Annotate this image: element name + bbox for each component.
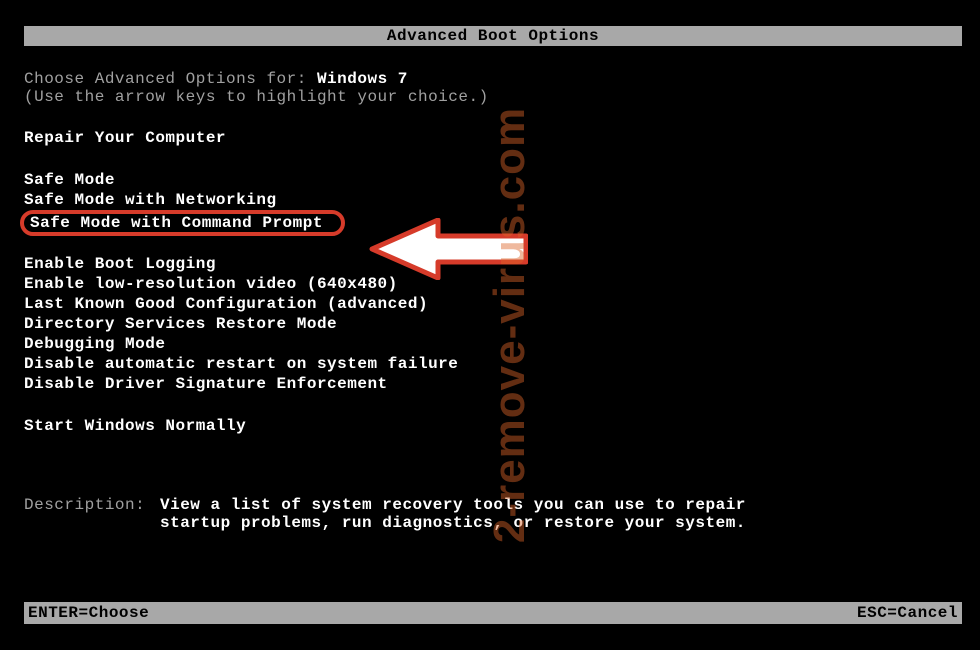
choose-prefix: Choose Advanced Options for: [24,70,317,88]
hint-line: (Use the arrow keys to highlight your ch… [24,88,962,106]
menu-low-resolution[interactable]: Enable low-resolution video (640x480) [20,274,406,294]
menu-enable-boot-logging[interactable]: Enable Boot Logging [20,254,224,274]
menu-safe-mode[interactable]: Safe Mode [20,170,123,190]
footer-bar: ENTER=Choose ESC=Cancel [24,602,962,624]
os-name: Windows 7 [317,70,408,88]
menu-directory-services-restore[interactable]: Directory Services Restore Mode [20,314,345,334]
menu-disable-driver-signature[interactable]: Disable Driver Signature Enforcement [20,374,396,394]
menu-start-normally[interactable]: Start Windows Normally [20,416,254,436]
footer-esc: ESC=Cancel [857,604,958,622]
title-bar: Advanced Boot Options [24,26,962,46]
menu-safe-mode-networking[interactable]: Safe Mode with Networking [20,190,285,210]
description-text-2: startup problems, run diagnostics, or re… [160,514,746,532]
content-area: Choose Advanced Options for: Windows 7 (… [24,70,962,532]
page-title: Advanced Boot Options [387,27,599,45]
footer-enter: ENTER=Choose [28,604,149,622]
description-block: Description:View a list of system recove… [24,496,962,532]
pointer-arrow-icon [368,218,528,280]
menu-disable-auto-restart[interactable]: Disable automatic restart on system fail… [20,354,466,374]
description-text-1: View a list of system recovery tools you… [160,496,746,514]
menu-debugging-mode[interactable]: Debugging Mode [20,334,173,354]
menu-safe-mode-command-prompt[interactable]: Safe Mode with Command Prompt [20,210,345,236]
description-label: Description: [24,496,160,514]
menu-last-known-good[interactable]: Last Known Good Configuration (advanced) [20,294,436,314]
menu-repair[interactable]: Repair Your Computer [20,128,234,148]
choose-line: Choose Advanced Options for: Windows 7 [24,70,962,88]
boot-menu[interactable]: Repair Your Computer Safe Mode Safe Mode… [24,128,962,436]
